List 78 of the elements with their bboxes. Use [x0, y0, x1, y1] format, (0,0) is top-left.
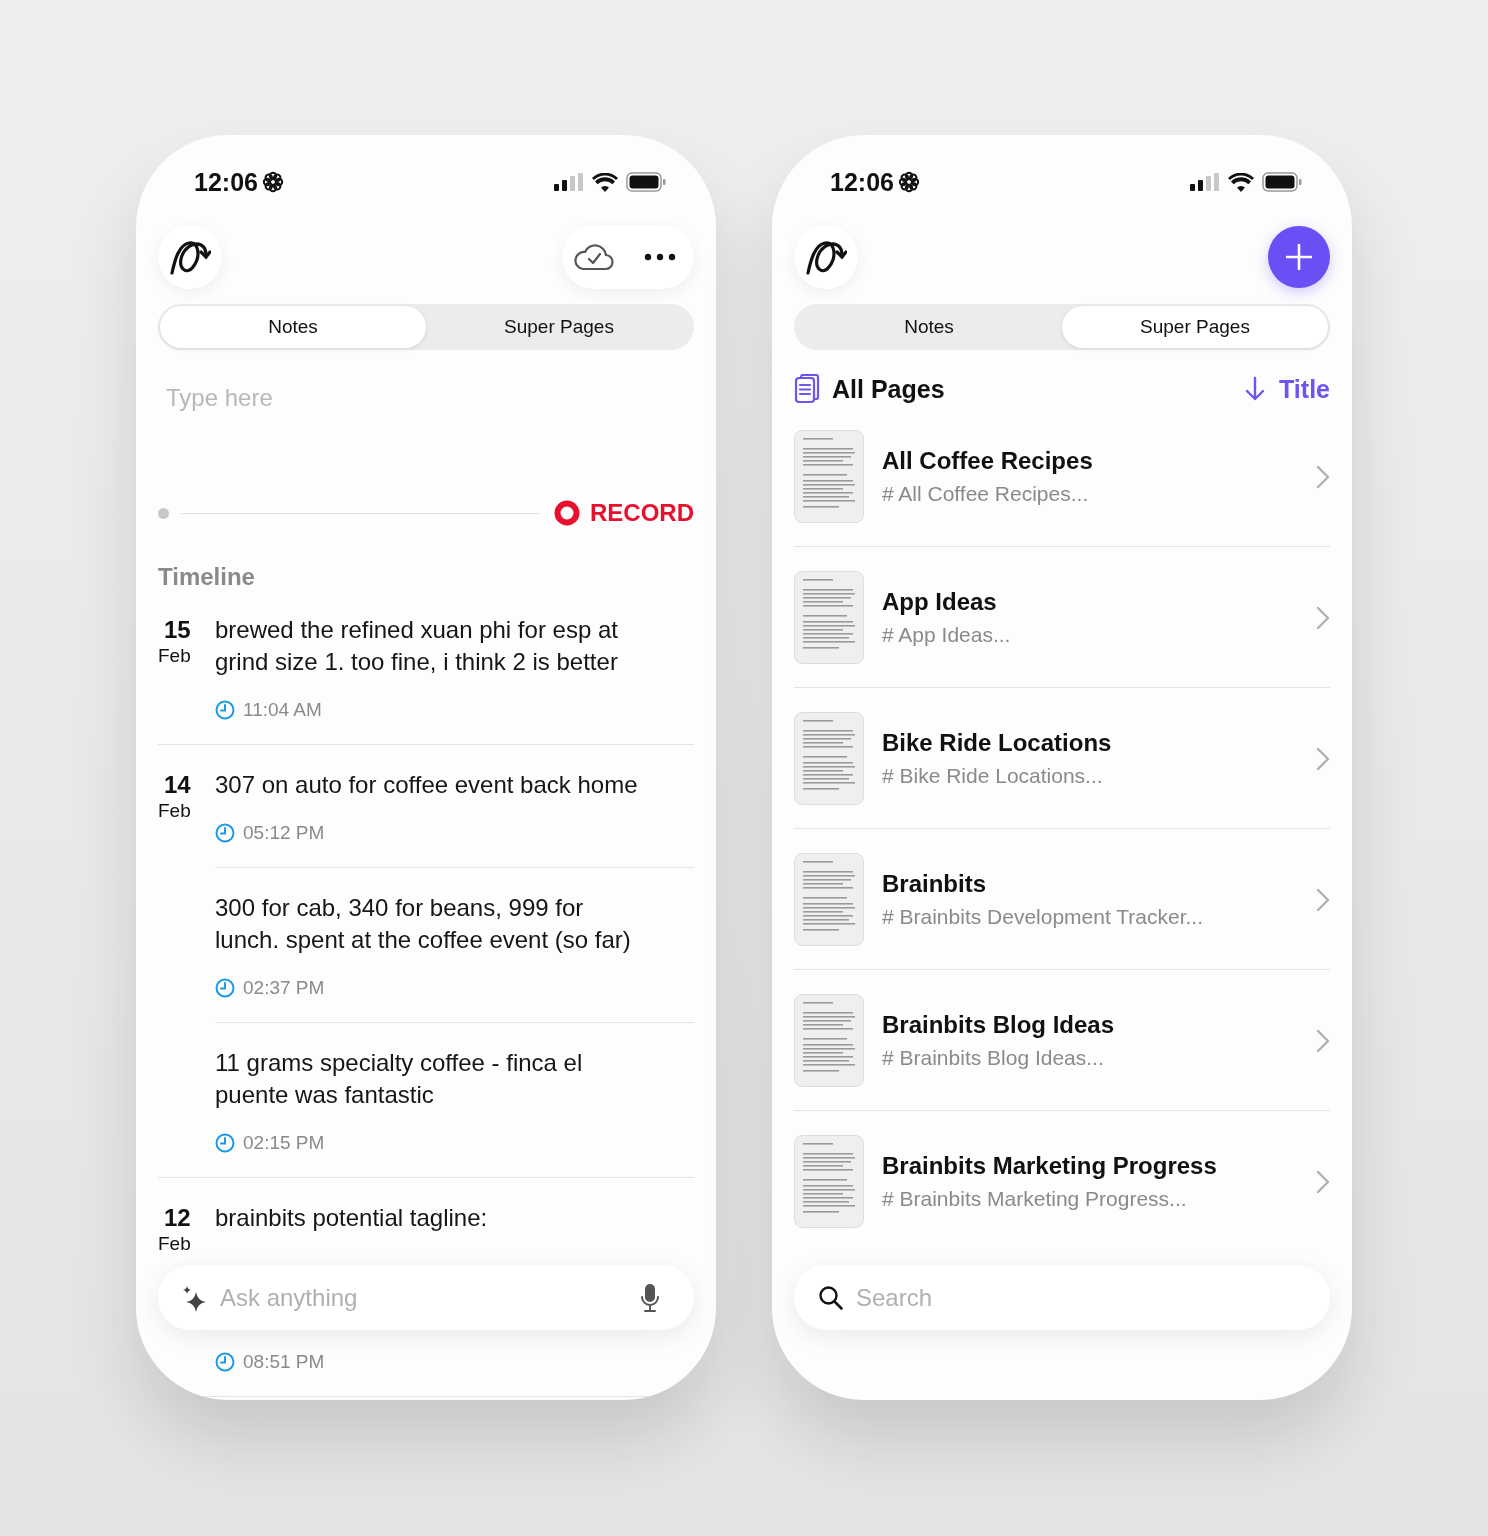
note-text[interactable]: brewed the refined xuan phi for esp at grind size 1. too fine, i think 2 is better [215, 614, 694, 678]
cloud-check-icon[interactable] [574, 242, 614, 272]
microphone-icon[interactable] [640, 1282, 660, 1313]
page-title: Brainbits Marketing Progress [882, 1150, 1218, 1181]
page-title: All Coffee Recipes [882, 445, 1094, 476]
clock-icon [215, 823, 235, 843]
day-number: 12 [163, 1203, 191, 1233]
chevron-icon [1316, 746, 1330, 771]
flower-icon [897, 171, 920, 193]
chevron-icon [1316, 464, 1330, 489]
day-number: 15 [163, 615, 191, 645]
arrow-down-icon [1245, 376, 1266, 402]
timeline-heading: Timeline [158, 564, 256, 590]
note-time: 11:04 AM [243, 699, 322, 721]
note-time: 02:15 PM [243, 1132, 325, 1154]
note-text[interactable]: 11 grams specialty coffee - finca el puente was fantastic [215, 1047, 694, 1111]
plus-icon [1286, 244, 1312, 270]
battery-icon [1262, 172, 1302, 192]
add-button[interactable] [1268, 226, 1330, 288]
clock-icon [215, 1133, 235, 1153]
note-text[interactable]: 300 for cab, 340 for beans, 999 for lunch. spent at the coffee event (so far) [215, 892, 694, 956]
flower-icon [261, 171, 284, 193]
page-title: App Ideas [882, 586, 998, 617]
note-text[interactable]: 307 on auto for coffee event back home [215, 769, 694, 801]
status-time: 12:06 [830, 167, 894, 197]
page-row[interactable]: Brainbits Blog Ideas # Brainbits Blog Ideas... [794, 970, 1330, 1111]
page-row[interactable]: All Coffee Recipes # All Coffee Recipes... [794, 406, 1330, 547]
ask-field[interactable]: Ask anything [220, 1283, 628, 1312]
progress-dot [158, 507, 169, 519]
list-title: All Pages [832, 374, 945, 404]
signal-icon [1190, 173, 1220, 191]
page-row[interactable]: Bike Ride Locations # Bike Ride Locations... [794, 688, 1330, 829]
note-time: 08:51 PM [243, 1351, 325, 1373]
page-preview: # All Coffee Recipes... [882, 480, 1090, 507]
month-label: Feb [158, 1234, 191, 1254]
record-button[interactable]: RECORD [554, 499, 694, 527]
loop-arrow-icon [169, 239, 211, 275]
signal-icon [554, 173, 584, 191]
note-text[interactable]: brainbits potential tagline: [215, 1202, 694, 1234]
wifi-icon [592, 172, 618, 192]
page-preview: # App Ideas... [882, 621, 1012, 648]
tab[interactable]: Notes [160, 306, 426, 348]
clock-icon [215, 1352, 235, 1372]
page-row[interactable]: Brainbits Marketing Progress # Brainbits Marketing Progress... [794, 1111, 1330, 1251]
page-preview: # Bike Ride Locations... [882, 762, 1104, 789]
month-label: Feb [158, 801, 191, 821]
day-number: 14 [163, 770, 191, 800]
battery-icon [626, 172, 666, 192]
chevron-icon [1316, 1169, 1330, 1194]
tab[interactable]: Super Pages [426, 306, 692, 348]
loop-arrow-icon [805, 239, 847, 275]
clock-icon [215, 700, 235, 720]
page-preview: # Brainbits Marketing Progress... [882, 1185, 1188, 1212]
record-icon [554, 500, 580, 526]
chevron-icon [1316, 605, 1330, 630]
status-time: 12:06 [194, 167, 258, 197]
page-title: Brainbits [882, 868, 987, 899]
more-icon[interactable] [644, 253, 676, 261]
chevron-icon [1316, 1028, 1330, 1053]
page-row[interactable]: App Ideas # App Ideas... [794, 547, 1330, 688]
page-title: Brainbits Blog Ideas [882, 1009, 1116, 1040]
pages-icon [794, 374, 820, 404]
tab[interactable]: Super Pages [1062, 306, 1328, 348]
search-icon [818, 1284, 844, 1311]
page-preview: # Brainbits Blog Ideas... [882, 1044, 1105, 1071]
page-row[interactable]: Brainbits # Brainbits Development Tracker... [794, 829, 1330, 970]
chevron-icon [1316, 887, 1330, 912]
note-time: 05:12 PM [243, 822, 325, 844]
note-input[interactable]: Type here [158, 368, 694, 428]
tab[interactable]: Notes [796, 306, 1062, 348]
month-label: Feb [158, 646, 191, 666]
search-field[interactable]: Search [856, 1283, 1296, 1312]
page-preview: # Brainbits Development Tracker... [882, 903, 1204, 930]
note-time: 02:37 PM [243, 977, 325, 999]
clock-icon [215, 978, 235, 998]
wifi-icon [1228, 172, 1254, 192]
page-title: Bike Ride Locations [882, 727, 1113, 758]
sort-button[interactable]: Title [1245, 374, 1330, 404]
